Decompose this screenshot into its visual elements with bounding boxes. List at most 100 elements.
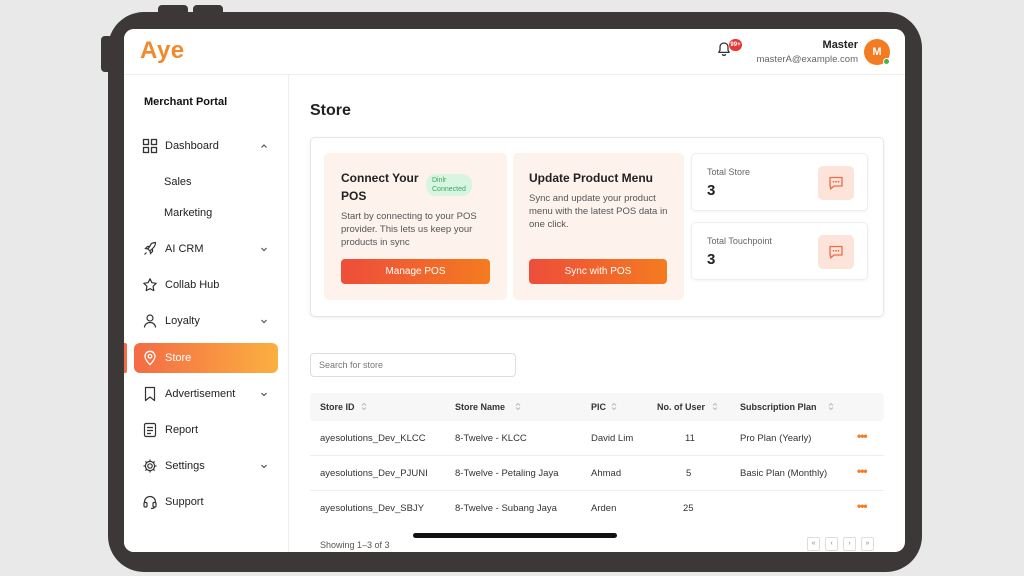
cell-user-count: 25	[683, 503, 694, 514]
portal-title: Merchant Portal	[144, 96, 228, 108]
sidebar-item-advertisement[interactable]: Advertisement	[134, 379, 278, 409]
integration-panel: Connect Your POS Dinlr Connected Start b…	[310, 137, 884, 317]
update-menu-card: Update Product Menu Sync and update your…	[513, 153, 684, 300]
column-header-pic[interactable]: PIC	[591, 402, 606, 412]
user-email: masterA@example.com	[756, 54, 858, 65]
user-icon	[143, 314, 157, 328]
sidebar-item-store[interactable]: Store	[134, 343, 278, 373]
column-header-store-id[interactable]: Store ID	[320, 402, 355, 412]
sort-icon[interactable]	[712, 402, 718, 411]
cell-store-name: 8-Twelve - Subang Jaya	[455, 503, 557, 514]
stat-value: 3	[707, 182, 716, 199]
next-page-button[interactable]: ›	[843, 537, 856, 551]
sidebar-item-settings[interactable]: Settings	[134, 451, 278, 481]
column-header-subscription-plan[interactable]: Subscription Plan	[740, 402, 817, 412]
sidebar-item-label: Dashboard	[165, 140, 219, 152]
cell-user-count: 5	[686, 468, 692, 479]
pos-status-text: Connected	[432, 186, 466, 193]
row-actions-button[interactable]: •••	[857, 429, 868, 443]
cell-store-id: ayesolutions_Dev_SBJY	[320, 503, 425, 514]
cell-store-name: 8-Twelve - Petaling Jaya	[455, 468, 559, 479]
sidebar-item-support[interactable]: Support	[134, 487, 278, 517]
pos-provider-name: Dinlr	[432, 177, 447, 184]
row-actions-button[interactable]: •••	[857, 499, 868, 513]
sidebar-item-label: Support	[165, 496, 204, 508]
manage-pos-button[interactable]: Manage POS	[341, 259, 490, 284]
prev-page-button[interactable]: ‹	[825, 537, 838, 551]
user-name: Master	[822, 39, 858, 51]
row-actions-button[interactable]: •••	[857, 464, 868, 478]
notification-badge: 99+	[729, 39, 742, 51]
store-search-input[interactable]	[310, 353, 516, 377]
update-card-title: Update Product Menu	[529, 171, 654, 185]
sort-icon[interactable]	[828, 402, 834, 411]
total-store-stat: Total Store 3	[691, 153, 868, 211]
page-title: Store	[310, 102, 351, 119]
top-bar: Aye 99+ Master masterA@example.com M	[124, 29, 905, 75]
chevron-down-icon[interactable]	[259, 461, 269, 471]
cell-store-id: ayesolutions_Dev_KLCC	[320, 433, 426, 444]
stat-value: 3	[707, 251, 716, 268]
gear-icon	[143, 459, 157, 473]
sidebar-item-label: Report	[165, 424, 199, 436]
sync-with-pos-button[interactable]: Sync with POS	[529, 259, 667, 284]
home-indicator	[413, 533, 617, 538]
star-icon	[143, 278, 157, 292]
sidebar-item-ai-crm[interactable]: AI CRM	[134, 234, 278, 264]
sidebar-item-report[interactable]: Report	[134, 415, 278, 445]
cell-store-name: 8-Twelve - KLCC	[455, 433, 527, 444]
active-indicator	[124, 343, 127, 373]
pos-status-badge: Dinlr Connected	[426, 174, 472, 196]
sidebar-item-dashboard[interactable]: Dashboard	[134, 131, 278, 161]
connect-card-title-line1: Connect Your	[341, 171, 419, 185]
table-row[interactable]: ayesolutions_Dev_KLCC 8-Twelve - KLCC Da…	[310, 421, 884, 456]
sidebar-item-loyalty[interactable]: Loyalty	[134, 306, 278, 336]
app-screen: Aye 99+ Master masterA@example.com M Mer…	[124, 29, 905, 552]
sidebar-item-label: Advertisement	[165, 388, 236, 400]
cell-subscription-plan: Pro Plan (Yearly)	[740, 433, 812, 444]
table-row[interactable]: ayesolutions_Dev_SBJY 8-Twelve - Subang …	[310, 491, 884, 526]
cell-user-count: 11	[685, 433, 695, 444]
column-header-store-name[interactable]: Store Name	[455, 402, 505, 412]
column-header-user-count[interactable]: No. of User	[657, 402, 705, 412]
total-touchpoint-stat: Total Touchpoint 3	[691, 222, 868, 280]
pagination-summary: Showing 1–3 of 3	[320, 540, 390, 550]
online-status-dot	[883, 58, 890, 65]
stat-label: Total Touchpoint	[707, 236, 772, 246]
connect-card-title-line2: POS	[341, 189, 367, 203]
cell-subscription-plan: Basic Plan (Monthly)	[740, 468, 828, 479]
sidebar-subitem-marketing[interactable]: Marketing	[164, 207, 212, 219]
last-page-button[interactable]: »	[861, 537, 874, 551]
connect-pos-card: Connect Your POS Dinlr Connected Start b…	[324, 153, 507, 300]
sort-icon[interactable]	[361, 402, 367, 411]
sidebar-item-label: Loyalty	[165, 315, 200, 327]
headset-icon	[143, 495, 157, 510]
sort-icon[interactable]	[611, 402, 617, 411]
table-header: Store ID Store Name PIC No. of User Subs…	[310, 393, 884, 421]
table-row[interactable]: ayesolutions_Dev_PJUNI 8-Twelve - Petali…	[310, 456, 884, 491]
store-table: Store ID Store Name PIC No. of User Subs…	[310, 393, 884, 552]
document-icon	[143, 422, 157, 438]
sidebar-item-label: Collab Hub	[165, 279, 220, 291]
cell-pic: David Lim	[591, 433, 634, 444]
chevron-down-icon[interactable]	[259, 389, 269, 399]
update-card-description: Sync and update your product menu with t…	[529, 193, 668, 230]
chevron-up-icon[interactable]	[259, 141, 269, 151]
chevron-down-icon[interactable]	[259, 244, 269, 254]
sidebar-item-collab-hub[interactable]: Collab Hub	[134, 270, 278, 300]
connect-card-description: Start by connecting to your POS provider…	[341, 211, 477, 248]
sidebar-item-label: Store	[165, 352, 192, 364]
sidebar-subitem-sales[interactable]: Sales	[164, 176, 192, 188]
sort-icon[interactable]	[515, 402, 521, 411]
sidebar-item-label: Settings	[165, 460, 205, 472]
cell-pic: Ahmad	[591, 468, 622, 479]
grid-icon	[142, 138, 158, 154]
stat-label: Total Store	[707, 167, 751, 177]
bookmark-icon	[144, 386, 156, 402]
cell-store-id: ayesolutions_Dev_PJUNI	[320, 468, 428, 479]
location-pin-icon	[144, 350, 156, 366]
first-page-button[interactable]: «	[807, 537, 820, 551]
sidebar-item-label: AI CRM	[165, 243, 204, 255]
brand-logo[interactable]: Aye	[140, 37, 185, 65]
chevron-down-icon[interactable]	[259, 316, 269, 326]
